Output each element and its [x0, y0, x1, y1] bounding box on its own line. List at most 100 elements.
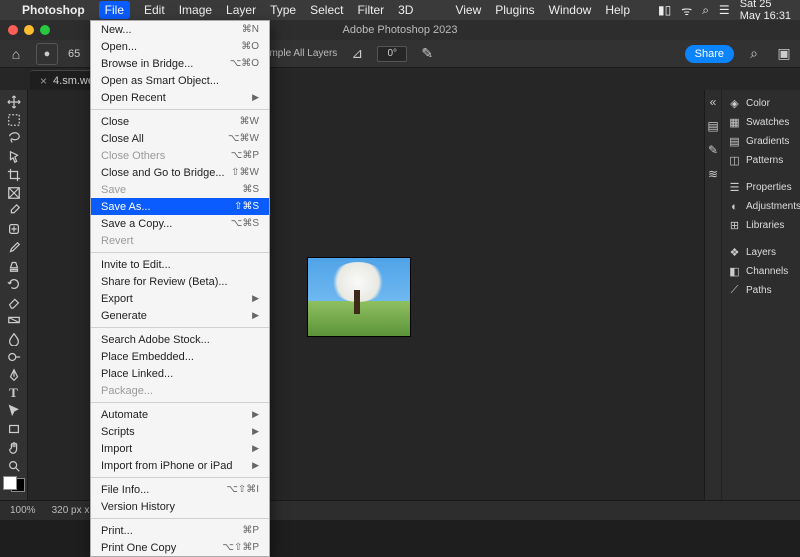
battery-icon[interactable]: ▮▯ — [658, 3, 671, 17]
menubar-item-plugins[interactable]: Plugins — [495, 3, 534, 17]
menubar-item-edit[interactable]: Edit — [144, 3, 165, 17]
panel-properties[interactable]: ☰Properties — [726, 178, 800, 197]
hand-tool[interactable] — [3, 440, 25, 456]
wifi-icon[interactable]: ᯤ — [681, 2, 692, 19]
quick-select-tool[interactable] — [3, 149, 25, 165]
path-select-tool[interactable] — [3, 403, 25, 419]
menu-item-close[interactable]: Close⌘W — [91, 113, 269, 130]
panel-adjustments[interactable]: ◐Adjustments — [726, 197, 800, 216]
history-panel-icon[interactable]: ▤ — [705, 118, 721, 134]
menubar-item-select[interactable]: Select — [310, 3, 343, 17]
swatches-panel-icon: ▦ — [728, 116, 741, 129]
panel-label: Swatches — [746, 117, 789, 128]
share-button[interactable]: Share — [685, 45, 734, 63]
panel-gradients[interactable]: ▤Gradients — [726, 132, 800, 151]
color-swatches[interactable] — [3, 476, 25, 492]
menu-item-export[interactable]: Export▶ — [91, 290, 269, 307]
tree-trunk — [354, 290, 360, 314]
menu-item-save-as[interactable]: Save As...⇧⌘S — [91, 198, 269, 215]
menu-item-open[interactable]: Open...⌘O — [91, 38, 269, 55]
workspace-icon[interactable]: ▣ — [774, 44, 794, 64]
pressure-icon[interactable]: ✎ — [417, 44, 437, 64]
menubar-clock[interactable]: Sat 25 May 16:31 — [740, 0, 792, 22]
menu-item-file-info[interactable]: File Info...⌥⇧⌘I — [91, 481, 269, 498]
panel-swatches[interactable]: ▦ Swatches — [726, 113, 800, 132]
menu-item-place-embedded[interactable]: Place Embedded... — [91, 348, 269, 365]
brush-preset[interactable]: ● — [36, 43, 58, 65]
panel-patterns[interactable]: ◫Patterns — [726, 151, 800, 170]
lasso-tool[interactable] — [3, 130, 25, 146]
marquee-tool[interactable] — [3, 112, 25, 128]
menu-item-search-adobe-stock[interactable]: Search Adobe Stock... — [91, 331, 269, 348]
menu-item-version-history[interactable]: Version History — [91, 498, 269, 515]
blur-tool[interactable] — [3, 330, 25, 346]
search-icon[interactable]: ⌕ — [702, 3, 709, 18]
control-center-icon[interactable]: ☰ — [719, 3, 730, 17]
gradient-tool[interactable] — [3, 312, 25, 328]
panel-paths[interactable]: ⟋Paths — [726, 281, 800, 300]
menu-item-shortcut: ⌥⌘P — [231, 150, 259, 161]
close-tab-icon[interactable]: × — [40, 74, 47, 88]
history-brush-tool[interactable] — [3, 276, 25, 292]
menubar-item-image[interactable]: Image — [179, 3, 212, 17]
panel-label: Paths — [746, 285, 772, 296]
brushes-panel-icon[interactable]: ✎ — [705, 142, 721, 158]
menubar-item-type[interactable]: Type — [270, 3, 296, 17]
crop-tool[interactable] — [3, 167, 25, 183]
zoom-window-button[interactable] — [40, 25, 50, 35]
menu-item-close-and-go-to-bridge[interactable]: Close and Go to Bridge...⇧⌘W — [91, 164, 269, 181]
angle-icon[interactable]: ⊿ — [347, 44, 367, 64]
dodge-tool[interactable] — [3, 349, 25, 365]
menubar-app[interactable]: Photoshop — [22, 3, 85, 17]
eyedropper-tool[interactable] — [3, 203, 25, 219]
menubar-item-filter[interactable]: Filter — [357, 3, 384, 17]
zoom-tool[interactable] — [3, 458, 25, 474]
menu-item-print-one-copy[interactable]: Print One Copy⌥⇧⌘P — [91, 539, 269, 556]
menubar-item-help[interactable]: Help — [605, 3, 630, 17]
menu-item-place-linked[interactable]: Place Linked... — [91, 365, 269, 382]
brush-settings-panel-icon[interactable]: ≋ — [705, 166, 721, 182]
pen-tool[interactable] — [3, 367, 25, 383]
menu-item-label: Place Embedded... — [101, 351, 194, 363]
menu-item-print[interactable]: Print...⌘P — [91, 522, 269, 539]
menu-item-import-from-iphone-or-ipad[interactable]: Import from iPhone or iPad▶ — [91, 457, 269, 474]
panel-layers[interactable]: ❖Layers — [726, 243, 800, 262]
menu-item-new[interactable]: New...⌘N — [91, 21, 269, 38]
angle-value[interactable]: 0° — [377, 46, 407, 62]
collapse-dock-icon[interactable]: « — [705, 94, 721, 110]
menu-item-open-recent[interactable]: Open Recent▶ — [91, 89, 269, 106]
menu-item-scripts[interactable]: Scripts▶ — [91, 423, 269, 440]
clone-stamp-tool[interactable] — [3, 258, 25, 274]
brush-size-value[interactable]: 65 — [68, 48, 80, 60]
menu-item-generate[interactable]: Generate▶ — [91, 307, 269, 324]
panel-color[interactable]: ◈Color — [726, 94, 800, 113]
menubar-item-file[interactable]: File — [99, 1, 130, 19]
zoom-level[interactable]: 100% — [10, 505, 36, 516]
healing-brush-tool[interactable] — [3, 221, 25, 237]
menu-item-save-a-copy[interactable]: Save a Copy...⌥⌘S — [91, 215, 269, 232]
panel-libraries[interactable]: ⊞Libraries — [726, 216, 800, 235]
home-icon[interactable]: ⌂ — [6, 44, 26, 64]
frame-tool[interactable] — [3, 185, 25, 201]
menu-item-import[interactable]: Import▶ — [91, 440, 269, 457]
menu-item-automate[interactable]: Automate▶ — [91, 406, 269, 423]
close-window-button[interactable] — [8, 25, 18, 35]
menubar-item-window[interactable]: Window — [549, 3, 592, 17]
brush-tool[interactable] — [3, 240, 25, 256]
type-tool[interactable]: T — [3, 385, 25, 401]
move-tool[interactable] — [3, 94, 25, 110]
menu-item-browse-in-bridge[interactable]: Browse in Bridge...⌥⌘O — [91, 55, 269, 72]
minimize-window-button[interactable] — [24, 25, 34, 35]
rectangle-tool[interactable] — [3, 421, 25, 437]
menu-item-close-all[interactable]: Close All⌥⌘W — [91, 130, 269, 147]
menu-item-share-for-review-beta[interactable]: Share for Review (Beta)... — [91, 273, 269, 290]
menubar-item-3d[interactable]: 3D — [398, 3, 413, 17]
menubar-item-view[interactable]: View — [455, 3, 481, 17]
eraser-tool[interactable] — [3, 294, 25, 310]
menubar-item-layer[interactable]: Layer — [226, 3, 256, 17]
menu-item-open-as-smart-object[interactable]: Open as Smart Object... — [91, 72, 269, 89]
menu-item-label: Print... — [101, 525, 133, 537]
menu-item-invite-to-edit[interactable]: Invite to Edit... — [91, 256, 269, 273]
search-app-icon[interactable]: ⌕ — [744, 44, 764, 64]
panel-channels[interactable]: ◧Channels — [726, 262, 800, 281]
